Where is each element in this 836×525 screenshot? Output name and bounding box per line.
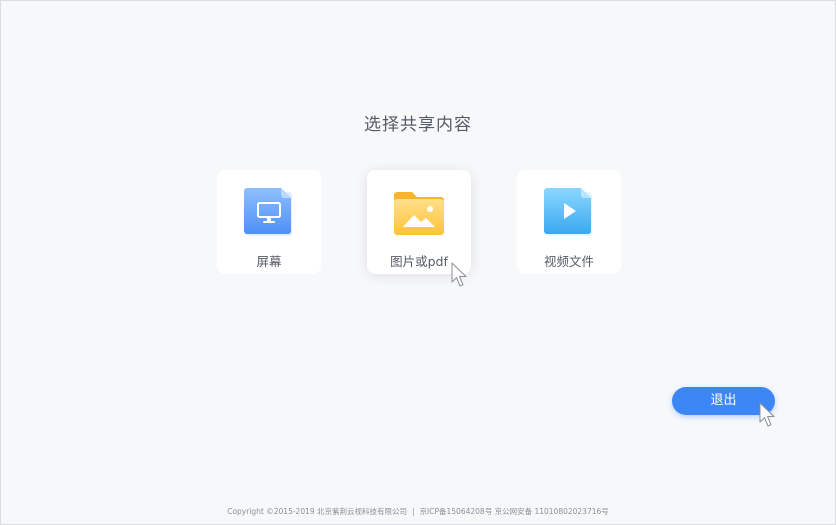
mouse-pointer-icon bbox=[451, 262, 469, 288]
app-window: 选择共享内容 屏幕 图片或pdf 视频文件 退出 Copyright ©2015… bbox=[0, 0, 836, 525]
footer: Copyright ©2015-2019 北京紫荆云视科技有限公司 | 京ICP备1… bbox=[1, 506, 835, 517]
page-title: 选择共享内容 bbox=[364, 115, 472, 135]
share-option-screen[interactable]: 屏幕 bbox=[217, 170, 321, 274]
icp-text: 京ICP备15064208号 京公网安备 11010802023716号 bbox=[419, 507, 609, 516]
copyright-text: Copyright ©2015-2019 北京紫荆云视科技有限公司 bbox=[227, 507, 408, 516]
share-option-label: 视频文件 bbox=[543, 254, 594, 269]
share-option-image-pdf[interactable]: 图片或pdf bbox=[367, 170, 471, 274]
folder-image-icon bbox=[394, 186, 444, 236]
video-play-icon bbox=[544, 186, 594, 236]
mouse-pointer-icon bbox=[759, 402, 777, 428]
footer-separator: | bbox=[412, 507, 415, 516]
monitor-icon bbox=[244, 186, 294, 236]
share-option-video-file[interactable]: 视频文件 bbox=[517, 170, 621, 274]
share-option-label: 屏幕 bbox=[256, 254, 282, 269]
